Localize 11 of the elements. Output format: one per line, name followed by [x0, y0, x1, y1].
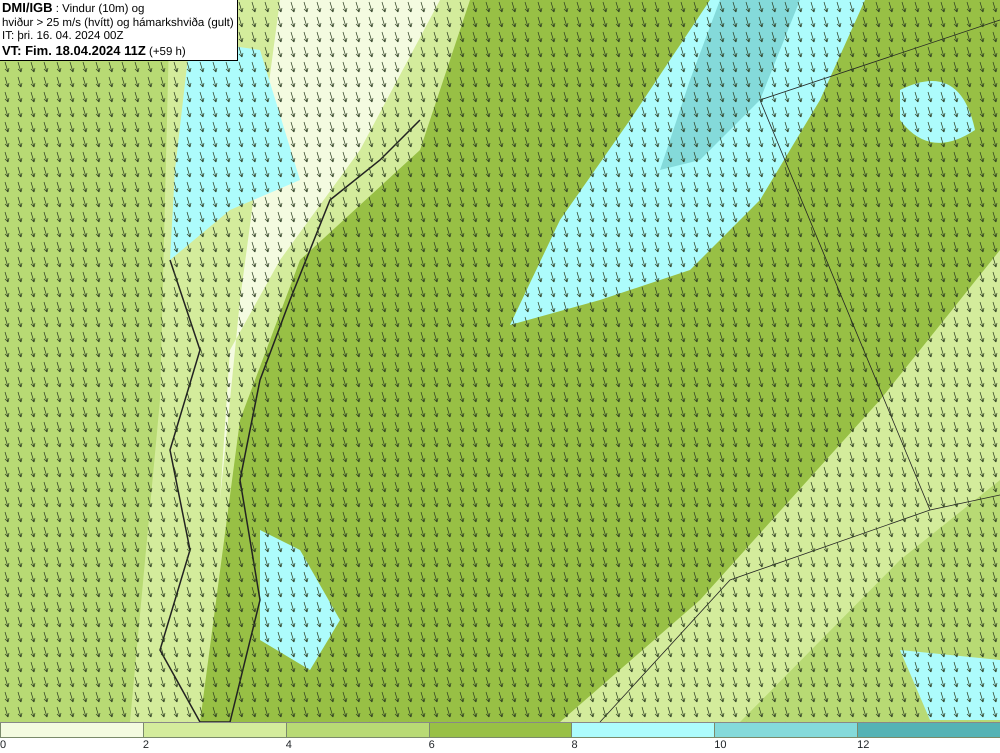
legend-label: 6	[428, 738, 435, 752]
legend-label: 10	[714, 738, 727, 752]
legend-label: 8	[571, 738, 578, 752]
title-line: DMI/IGB : Vindur (10m) og	[2, 1, 146, 16]
legend-label: 12	[857, 738, 870, 752]
title-line: hviður > 25 m/s (hvítt) og hámarkshviða (gult)	[2, 16, 234, 30]
title-line: VT: Fim. 18.04.2024 11Z (+59 h)	[2, 44, 187, 59]
legend-label: 2	[142, 738, 149, 752]
legend-label: 0	[0, 738, 6, 752]
title-line: IT: þri. 16. 04. 2024 00Z	[2, 30, 124, 44]
legend-label: 4	[286, 738, 292, 752]
